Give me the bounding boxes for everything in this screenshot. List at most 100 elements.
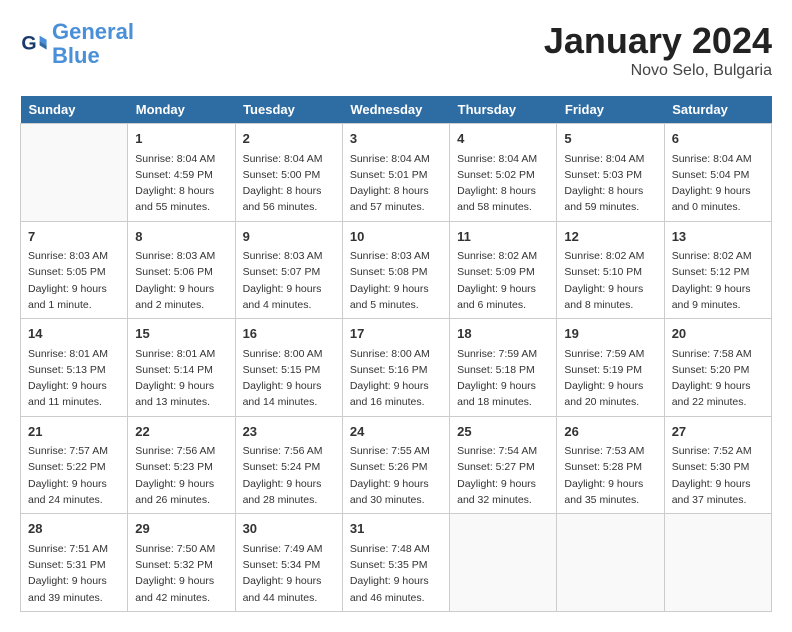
day-info: Sunrise: 7:52 AM Sunset: 5:30 PM Dayligh… [672,443,764,508]
day-header-saturday: Saturday [664,96,771,124]
week-row-3: 14Sunrise: 8:01 AM Sunset: 5:13 PM Dayli… [21,319,772,417]
day-number: 31 [350,519,442,539]
day-cell: 20Sunrise: 7:58 AM Sunset: 5:20 PM Dayli… [664,319,771,417]
day-number: 7 [28,227,120,247]
day-cell: 3Sunrise: 8:04 AM Sunset: 5:01 PM Daylig… [342,124,449,222]
month-title: January 2024 [544,20,772,62]
day-header-friday: Friday [557,96,664,124]
day-info: Sunrise: 8:04 AM Sunset: 4:59 PM Dayligh… [135,151,227,216]
day-number: 9 [243,227,335,247]
day-info: Sunrise: 8:03 AM Sunset: 5:06 PM Dayligh… [135,248,227,313]
day-header-sunday: Sunday [21,96,128,124]
day-info: Sunrise: 7:59 AM Sunset: 5:18 PM Dayligh… [457,346,549,411]
day-info: Sunrise: 8:02 AM Sunset: 5:10 PM Dayligh… [564,248,656,313]
day-cell: 17Sunrise: 8:00 AM Sunset: 5:16 PM Dayli… [342,319,449,417]
day-number: 14 [28,324,120,344]
day-cell: 27Sunrise: 7:52 AM Sunset: 5:30 PM Dayli… [664,416,771,514]
day-number: 13 [672,227,764,247]
day-header-monday: Monday [128,96,235,124]
svg-text:G: G [21,33,36,55]
day-header-tuesday: Tuesday [235,96,342,124]
day-cell: 19Sunrise: 7:59 AM Sunset: 5:19 PM Dayli… [557,319,664,417]
calendar-table: SundayMondayTuesdayWednesdayThursdayFrid… [20,96,772,612]
day-info: Sunrise: 7:53 AM Sunset: 5:28 PM Dayligh… [564,443,656,508]
day-number: 27 [672,422,764,442]
day-number: 3 [350,129,442,149]
day-cell: 13Sunrise: 8:02 AM Sunset: 5:12 PM Dayli… [664,221,771,319]
day-info: Sunrise: 7:55 AM Sunset: 5:26 PM Dayligh… [350,443,442,508]
day-cell: 21Sunrise: 7:57 AM Sunset: 5:22 PM Dayli… [21,416,128,514]
day-cell: 23Sunrise: 7:56 AM Sunset: 5:24 PM Dayli… [235,416,342,514]
day-cell: 30Sunrise: 7:49 AM Sunset: 5:34 PM Dayli… [235,514,342,612]
day-cell: 7Sunrise: 8:03 AM Sunset: 5:05 PM Daylig… [21,221,128,319]
day-info: Sunrise: 7:48 AM Sunset: 5:35 PM Dayligh… [350,541,442,606]
day-cell: 11Sunrise: 8:02 AM Sunset: 5:09 PM Dayli… [450,221,557,319]
logo: G GeneralBlue [20,20,134,68]
day-info: Sunrise: 7:56 AM Sunset: 5:24 PM Dayligh… [243,443,335,508]
day-cell [557,514,664,612]
day-info: Sunrise: 7:59 AM Sunset: 5:19 PM Dayligh… [564,346,656,411]
day-cell: 15Sunrise: 8:01 AM Sunset: 5:14 PM Dayli… [128,319,235,417]
day-info: Sunrise: 7:51 AM Sunset: 5:31 PM Dayligh… [28,541,120,606]
day-number: 22 [135,422,227,442]
day-cell: 9Sunrise: 8:03 AM Sunset: 5:07 PM Daylig… [235,221,342,319]
day-number: 2 [243,129,335,149]
day-cell: 4Sunrise: 8:04 AM Sunset: 5:02 PM Daylig… [450,124,557,222]
day-cell: 24Sunrise: 7:55 AM Sunset: 5:26 PM Dayli… [342,416,449,514]
header-row: SundayMondayTuesdayWednesdayThursdayFrid… [21,96,772,124]
logo-icon: G [20,30,48,58]
day-cell: 10Sunrise: 8:03 AM Sunset: 5:08 PM Dayli… [342,221,449,319]
day-info: Sunrise: 7:50 AM Sunset: 5:32 PM Dayligh… [135,541,227,606]
day-number: 24 [350,422,442,442]
day-cell: 29Sunrise: 7:50 AM Sunset: 5:32 PM Dayli… [128,514,235,612]
day-info: Sunrise: 8:02 AM Sunset: 5:12 PM Dayligh… [672,248,764,313]
day-cell: 28Sunrise: 7:51 AM Sunset: 5:31 PM Dayli… [21,514,128,612]
day-number: 30 [243,519,335,539]
day-info: Sunrise: 8:04 AM Sunset: 5:02 PM Dayligh… [457,151,549,216]
day-info: Sunrise: 7:58 AM Sunset: 5:20 PM Dayligh… [672,346,764,411]
location-subtitle: Novo Selo, Bulgaria [544,62,772,80]
day-info: Sunrise: 8:03 AM Sunset: 5:05 PM Dayligh… [28,248,120,313]
day-cell: 16Sunrise: 8:00 AM Sunset: 5:15 PM Dayli… [235,319,342,417]
day-header-thursday: Thursday [450,96,557,124]
day-cell: 5Sunrise: 8:04 AM Sunset: 5:03 PM Daylig… [557,124,664,222]
day-info: Sunrise: 7:56 AM Sunset: 5:23 PM Dayligh… [135,443,227,508]
day-info: Sunrise: 8:03 AM Sunset: 5:08 PM Dayligh… [350,248,442,313]
day-number: 5 [564,129,656,149]
day-number: 18 [457,324,549,344]
day-cell: 14Sunrise: 8:01 AM Sunset: 5:13 PM Dayli… [21,319,128,417]
day-cell [450,514,557,612]
day-number: 10 [350,227,442,247]
day-number: 20 [672,324,764,344]
day-info: Sunrise: 7:54 AM Sunset: 5:27 PM Dayligh… [457,443,549,508]
day-cell: 31Sunrise: 7:48 AM Sunset: 5:35 PM Dayli… [342,514,449,612]
day-info: Sunrise: 8:00 AM Sunset: 5:15 PM Dayligh… [243,346,335,411]
day-number: 15 [135,324,227,344]
day-number: 11 [457,227,549,247]
day-info: Sunrise: 8:01 AM Sunset: 5:13 PM Dayligh… [28,346,120,411]
day-cell: 12Sunrise: 8:02 AM Sunset: 5:10 PM Dayli… [557,221,664,319]
day-number: 25 [457,422,549,442]
day-number: 8 [135,227,227,247]
day-cell: 8Sunrise: 8:03 AM Sunset: 5:06 PM Daylig… [128,221,235,319]
day-cell: 6Sunrise: 8:04 AM Sunset: 5:04 PM Daylig… [664,124,771,222]
week-row-4: 21Sunrise: 7:57 AM Sunset: 5:22 PM Dayli… [21,416,772,514]
day-header-wednesday: Wednesday [342,96,449,124]
day-cell: 2Sunrise: 8:04 AM Sunset: 5:00 PM Daylig… [235,124,342,222]
day-number: 29 [135,519,227,539]
day-cell: 26Sunrise: 7:53 AM Sunset: 5:28 PM Dayli… [557,416,664,514]
day-number: 4 [457,129,549,149]
title-block: January 2024 Novo Selo, Bulgaria [544,20,772,80]
day-number: 21 [28,422,120,442]
day-info: Sunrise: 8:02 AM Sunset: 5:09 PM Dayligh… [457,248,549,313]
day-info: Sunrise: 8:04 AM Sunset: 5:04 PM Dayligh… [672,151,764,216]
day-cell: 18Sunrise: 7:59 AM Sunset: 5:18 PM Dayli… [450,319,557,417]
day-number: 1 [135,129,227,149]
day-cell: 25Sunrise: 7:54 AM Sunset: 5:27 PM Dayli… [450,416,557,514]
day-number: 17 [350,324,442,344]
day-number: 19 [564,324,656,344]
day-number: 23 [243,422,335,442]
day-number: 26 [564,422,656,442]
logo-text: GeneralBlue [52,20,134,68]
day-cell: 1Sunrise: 8:04 AM Sunset: 4:59 PM Daylig… [128,124,235,222]
